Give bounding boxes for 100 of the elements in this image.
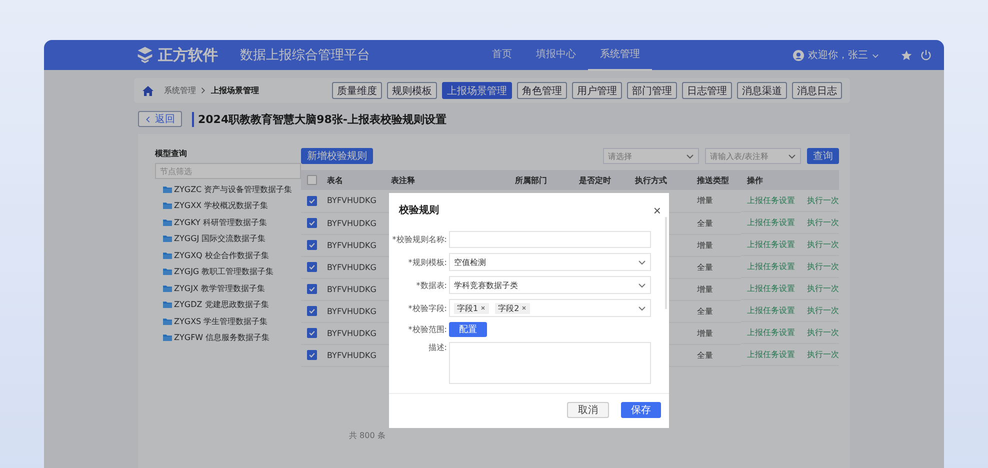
star-icon[interactable] <box>901 50 912 60</box>
action-link[interactable]: 上报任务设置 <box>747 349 795 360</box>
tree-item[interactable]: ZYGDZ 党建思政数据子集 <box>155 296 305 313</box>
action-link[interactable]: 执行一次 <box>807 261 839 272</box>
checkbox[interactable] <box>307 262 317 272</box>
tree-item[interactable]: ZYGZC 资产与设备管理数据子集 <box>155 181 305 198</box>
folder-icon <box>163 218 172 226</box>
folder-icon <box>163 202 172 210</box>
action-link[interactable]: 上报任务设置 <box>747 195 795 206</box>
tab[interactable]: 用户管理 <box>572 82 622 99</box>
checkbox[interactable] <box>307 240 317 250</box>
logo-icon <box>136 46 154 64</box>
folder-icon <box>163 334 172 342</box>
back-button[interactable]: 返回 <box>138 111 182 127</box>
field-label: 描述: <box>427 342 448 353</box>
tree-item[interactable]: ZYGXX 学校概况数据子集 <box>155 198 305 214</box>
folder-icon <box>163 235 172 242</box>
remove-icon[interactable] <box>521 305 528 311</box>
table-cell: 全量 <box>691 300 741 322</box>
input-field[interactable] <box>449 231 651 248</box>
table-cell: BYFVHUDKG <box>321 190 385 212</box>
chevron-icon <box>145 116 152 122</box>
checkbox[interactable] <box>307 218 317 228</box>
checkbox[interactable] <box>307 196 317 206</box>
checkbox[interactable] <box>307 175 317 185</box>
action-link[interactable]: 执行一次 <box>807 283 839 294</box>
search-field[interactable]: 请输入表/表注释 <box>705 148 801 164</box>
chevron-icon <box>200 87 207 94</box>
action-link[interactable]: 执行一次 <box>807 217 839 228</box>
table-cell: BYFVHUDKG <box>321 256 385 278</box>
checkbox[interactable] <box>307 350 317 360</box>
filter-field[interactable]: 节点筛选 <box>155 163 301 179</box>
select-field[interactable]: 请选择 <box>603 148 699 164</box>
action-link[interactable]: 上报任务设置 <box>747 283 795 294</box>
table-cell: 增量 <box>691 278 741 300</box>
tag-chip[interactable]: 字段1 <box>454 302 490 314</box>
tree-item[interactable]: ZYGXS 学生管理数据子集 <box>155 313 305 330</box>
column-header: 执行方式 <box>629 170 691 190</box>
home-icon[interactable] <box>142 84 154 96</box>
multi-select-field[interactable]: 字段1 字段2 <box>449 299 651 317</box>
action-link[interactable]: 执行一次 <box>807 349 839 360</box>
nav-link[interactable]: 系统管理 <box>588 40 652 71</box>
tree-item[interactable]: ZYGFW 信息服务数据子集 <box>155 330 305 346</box>
select-field[interactable]: 学科竞赛数据子类 <box>449 276 651 294</box>
page-title: 2024职教教育智慧大脑98张-上报表校验规则设置 <box>192 112 446 126</box>
query-button[interactable]: 查询 <box>807 148 839 164</box>
column-header: 所属部门 <box>509 170 573 190</box>
column-header: 操作 <box>741 170 839 190</box>
action-link[interactable]: 上报任务设置 <box>747 327 795 338</box>
description-field[interactable] <box>449 342 651 384</box>
checkbox[interactable] <box>307 328 317 338</box>
tree-item[interactable]: ZYGKY 科研管理数据子集 <box>155 214 305 230</box>
cancel-button[interactable]: 取消 <box>567 402 609 418</box>
add-rule-button[interactable]: 新增校验规则 <box>301 148 373 164</box>
dropdown-icon <box>638 304 646 312</box>
tab[interactable]: 质量维度 <box>332 82 382 99</box>
action-link[interactable]: 上报任务设置 <box>747 305 795 316</box>
action-link[interactable]: 上报任务设置 <box>747 239 795 250</box>
table-cell: BYFVHUDKG <box>321 344 385 366</box>
configure-button[interactable]: 配置 <box>449 322 487 337</box>
tag-chip[interactable]: 字段2 <box>495 302 530 314</box>
folder-icon <box>163 318 172 325</box>
remove-icon[interactable] <box>480 305 486 311</box>
tree-item[interactable]: ZYGXQ 校企合作数据子集 <box>155 247 305 264</box>
tree-item[interactable]: ZYGGJ 国际交流数据子集 <box>155 230 305 247</box>
user-greeting[interactable]: 欢迎你，张三 <box>808 48 868 62</box>
tab[interactable]: 角色管理 <box>517 82 567 99</box>
table-cell: 增量 <box>691 322 741 344</box>
save-button[interactable]: 保存 <box>621 402 661 418</box>
tab[interactable]: 消息渠道 <box>737 82 787 99</box>
tab[interactable]: 部门管理 <box>627 82 677 99</box>
tab[interactable]: 上报场景管理 <box>442 82 512 99</box>
action-link[interactable]: 执行一次 <box>807 195 839 206</box>
tab[interactable]: 消息日志 <box>792 82 842 99</box>
field-label: *规则模板: <box>407 256 448 268</box>
folder-icon <box>163 186 172 193</box>
close-button[interactable]: × <box>653 202 661 218</box>
select-field[interactable]: 空值检测 <box>449 253 651 271</box>
nav-link[interactable]: 首页 <box>480 40 524 71</box>
avatar-icon <box>793 50 804 60</box>
tree-item[interactable]: ZYGJX 教学管理数据子集 <box>155 280 305 296</box>
table-cell: BYFVHUDKG <box>321 322 385 344</box>
action-link[interactable]: 上报任务设置 <box>747 261 795 272</box>
checkbox[interactable] <box>307 306 317 316</box>
caret-icon[interactable] <box>872 52 879 58</box>
tree-item[interactable]: ZYGJG 教职工管理数据子集 <box>155 264 305 280</box>
action-link[interactable]: 执行一次 <box>807 305 839 316</box>
action-link[interactable]: 执行一次 <box>807 239 839 250</box>
action-link[interactable]: 执行一次 <box>807 327 839 338</box>
tab[interactable]: 规则模板 <box>387 82 437 99</box>
tab[interactable]: 日志管理 <box>682 82 732 99</box>
nav-link[interactable]: 填报中心 <box>524 40 588 71</box>
action-link[interactable]: 上报任务设置 <box>747 217 795 228</box>
column-header: 推送类型 <box>691 170 741 190</box>
breadcrumb-link[interactable]: 系统管理 <box>164 85 196 96</box>
app-title: 数据上报综合管理平台 <box>240 47 370 64</box>
power-icon[interactable] <box>920 49 932 61</box>
checkbox[interactable] <box>307 284 317 294</box>
table-cell: BYFVHUDKG <box>321 300 385 322</box>
logo-text: 正方软件 <box>158 46 218 64</box>
